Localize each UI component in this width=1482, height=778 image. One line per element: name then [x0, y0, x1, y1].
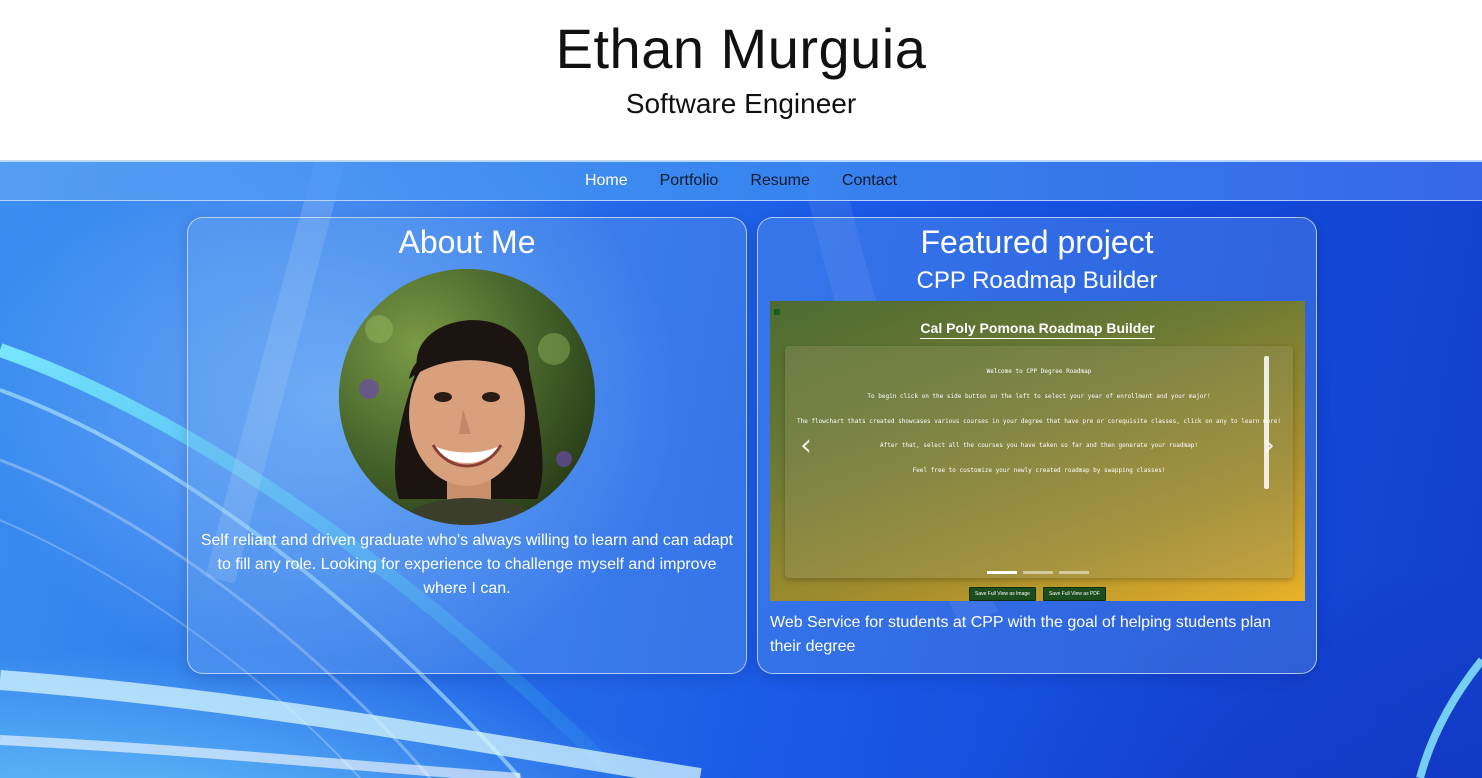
site-name: Ethan Murguia [555, 17, 927, 80]
about-text: Self reliant and driven graduate who's a… [200, 532, 734, 597]
featured-project-card: Featured project CPP Roadmap Builder Cal… [757, 217, 1317, 674]
carousel-indicator[interactable] [986, 571, 1017, 574]
avatar [339, 269, 595, 525]
project-name: CPP Roadmap Builder [916, 267, 1158, 294]
profile-photo [339, 269, 595, 525]
nav-item-resume[interactable]: Resume [734, 172, 826, 190]
carousel-indicator[interactable] [1022, 571, 1053, 574]
site-subtitle: Software Engineer [625, 88, 857, 119]
save-pdf-button: Save Full View as PDF [1042, 587, 1106, 601]
carousel-indicator[interactable] [1058, 571, 1089, 574]
carousel-prev-icon[interactable]: ‹ [800, 431, 812, 461]
nav-item-home[interactable]: Home [569, 172, 644, 190]
screenshot-title: Cal Poly Pomona Roadmap Builder [770, 320, 1305, 339]
about-title: About Me [398, 224, 536, 260]
about-card: About Me Self reliant and driven graduat… [187, 217, 747, 674]
screenshot-buttons: Save Full View as Image Save Full View a… [770, 587, 1305, 601]
screenshot-line: After that, select all the courses you h… [880, 442, 1198, 449]
menu-icon [774, 309, 780, 315]
project-description: Web Service for students at CPP with the… [770, 614, 1272, 655]
screenshot-line: Feel free to customize your newly create… [912, 467, 1166, 474]
screenshot-line: The flowchart thats created showcases va… [796, 418, 1282, 425]
screenshot-line: To begin click on the side button on the… [867, 393, 1211, 400]
screenshot-scrollbar [1264, 356, 1269, 489]
screenshot-panel: Welcome to CPP Degree Roadmap To begin c… [785, 346, 1293, 578]
screenshot-line: Welcome to CPP Degree Roadmap [986, 368, 1092, 375]
nav-item-portfolio[interactable]: Portfolio [644, 172, 735, 190]
project-carousel[interactable]: Cal Poly Pomona Roadmap Builder Welcome … [770, 301, 1305, 601]
nav-item-contact[interactable]: Contact [826, 172, 913, 190]
site-header: Ethan Murguia Software Engineer [0, 0, 1482, 160]
save-image-button: Save Full View as Image [969, 587, 1036, 601]
carousel-indicators [770, 571, 1305, 574]
carousel-next-icon[interactable]: › [1263, 431, 1275, 461]
featured-title: Featured project [920, 224, 1154, 260]
main-nav: Home Portfolio Resume Contact [0, 160, 1482, 201]
